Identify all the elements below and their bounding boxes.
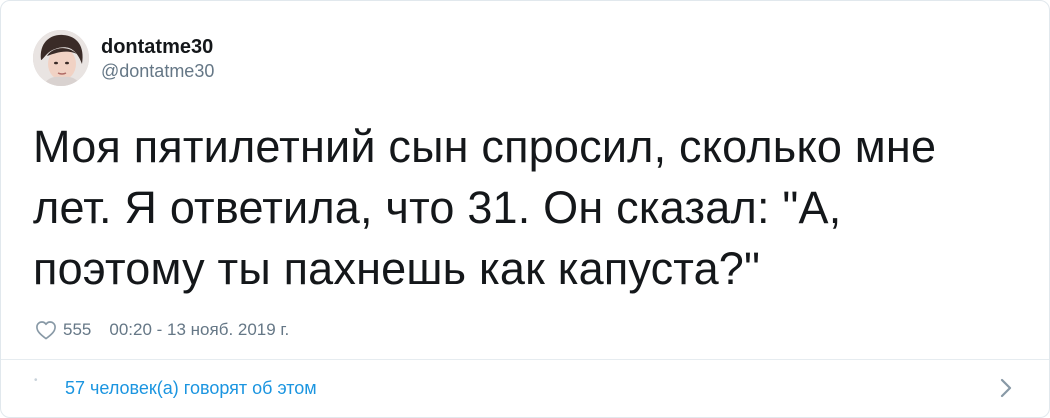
tweet-meta: 555 00:20 - 13 нояб. 2019 г. <box>35 320 289 340</box>
display-name[interactable]: dontatme30 <box>101 35 214 59</box>
tweet-text: Моя пятилетний сын спросил, сколько мне … <box>33 121 937 294</box>
conversation-link[interactable]: • 57 человек(а) говорят об этом <box>1 360 1049 417</box>
bullet-icon: • <box>34 375 38 386</box>
tweet-card: dontatme30 @dontatme30 Моя пятилетний сы… <box>0 0 1050 418</box>
user-handle[interactable]: @dontatme30 <box>101 60 214 82</box>
avatar-photo-icon <box>33 30 89 86</box>
heart-outline-icon[interactable] <box>35 320 57 340</box>
chevron-right-icon[interactable] <box>997 377 1015 399</box>
tweet-timestamp[interactable]: 00:20 - 13 нояб. 2019 г. <box>109 320 289 340</box>
conversation-text[interactable]: 57 человек(а) говорят об этом <box>65 377 317 399</box>
like-count[interactable]: 555 <box>63 320 91 340</box>
tweet-header: dontatme30 @dontatme30 <box>33 30 214 86</box>
author-names: dontatme30 @dontatme30 <box>101 35 214 82</box>
avatar[interactable] <box>33 30 89 86</box>
